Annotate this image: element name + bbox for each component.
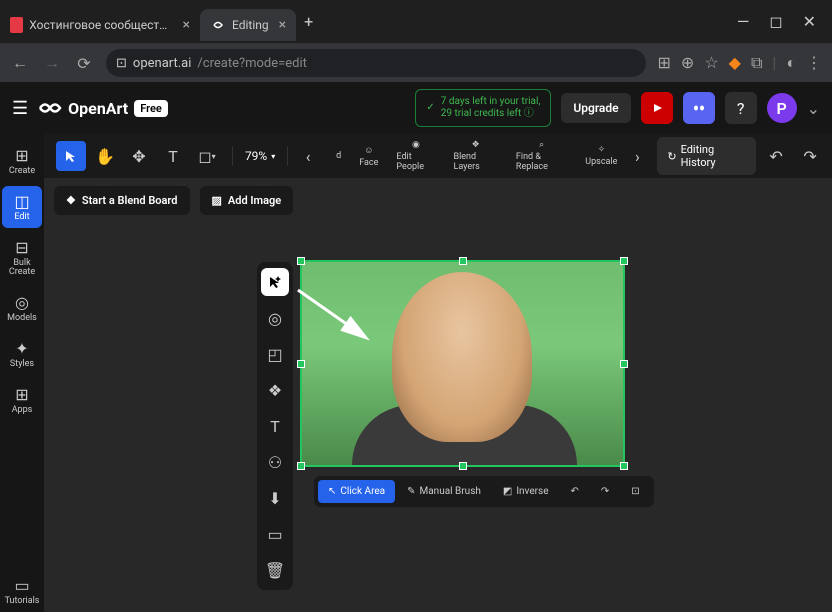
url-path: /create?mode=edit xyxy=(197,56,307,71)
rail-bulk-create[interactable]: ⊟ Bulk Create xyxy=(2,232,42,283)
help-button[interactable]: ? xyxy=(725,92,757,124)
bookmark-icon[interactable]: ☆ xyxy=(704,53,718,73)
rail-tutorials[interactable]: ▭ Tutorials xyxy=(2,570,42,612)
browser-tab-1[interactable]: Хостинговое сообщество «Tim × xyxy=(0,9,200,41)
rail-edit[interactable]: ◫ Edit xyxy=(2,186,42,228)
resize-handle[interactable] xyxy=(297,360,305,368)
people-tool[interactable]: ⚇ xyxy=(261,448,289,476)
bulk-icon: ⊟ xyxy=(15,238,28,257)
youtube-button[interactable] xyxy=(641,92,673,124)
start-blend-board-button[interactable]: ❖Start a Blend Board xyxy=(54,186,190,215)
tab-favicon-icon xyxy=(10,17,23,33)
free-badge: Free xyxy=(134,100,168,117)
app-header: ☰ OpenArt Free ✓ 7 days left in your tri… xyxy=(0,82,832,134)
click-area-button[interactable]: ↖Click Area xyxy=(318,480,395,503)
apps-icon: ⊞ xyxy=(15,385,28,404)
download-tool[interactable]: ⬇ xyxy=(261,484,289,512)
tab-title: Editing xyxy=(232,18,269,32)
reset-selection[interactable]: ⊡ xyxy=(621,480,649,503)
inverse-icon: ◩ xyxy=(503,486,512,497)
trial-line2: 29 trial credits left ⓘ xyxy=(441,108,541,120)
upgrade-button[interactable]: Upgrade xyxy=(561,93,630,123)
rail-models[interactable]: ◎ Models xyxy=(2,287,42,329)
check-icon: ✓ xyxy=(426,102,434,114)
delete-tool[interactable]: 🗑 xyxy=(261,556,289,584)
url-input[interactable]: ⊡ openart.ai/create?mode=edit xyxy=(106,49,646,77)
zoom-icon[interactable]: ⊕ xyxy=(681,53,694,73)
discord-button[interactable] xyxy=(683,92,715,124)
brush-icon: ✎ xyxy=(407,486,415,497)
close-window-icon[interactable]: ✕ xyxy=(803,12,816,31)
edit-icon: ◫ xyxy=(14,192,29,211)
crop-tool[interactable]: ◰ xyxy=(261,340,289,368)
add-image-button[interactable]: ▨Add Image xyxy=(200,186,294,215)
layers-tool[interactable]: ❖ xyxy=(261,376,289,404)
tab-favicon-icon xyxy=(210,17,226,33)
left-rail: ⊞ Create ◫ Edit ⊟ Bulk Create ◎ Models ✦… xyxy=(0,134,44,612)
avatar[interactable]: P xyxy=(767,93,797,123)
floating-toolbar: ◎ ◰ ❖ T ⚇ ⬇ ▭ 🗑 xyxy=(257,262,293,590)
layers-icon: ❖ xyxy=(66,194,76,207)
window-controls: — ◻ ✕ xyxy=(737,12,832,31)
selection-mode-bar: ↖Click Area ✎Manual Brush ◩Inverse ↶ ↷ ⊡ xyxy=(314,476,654,507)
rail-apps[interactable]: ⊞ Apps xyxy=(2,379,42,421)
hamburger-icon[interactable]: ☰ xyxy=(12,98,28,119)
maximize-icon[interactable]: ◻ xyxy=(769,12,782,31)
resize-handle[interactable] xyxy=(620,257,628,265)
image-icon: ▨ xyxy=(212,194,222,207)
manual-brush-button[interactable]: ✎Manual Brush xyxy=(397,480,491,503)
text-tool-float[interactable]: T xyxy=(261,412,289,440)
resize-handle[interactable] xyxy=(459,257,467,265)
browser-addressbar: ← → ⟳ ⊡ openart.ai/create?mode=edit ⊞ ⊕ … xyxy=(0,44,832,82)
site-info-icon[interactable]: ⊡ xyxy=(116,56,127,71)
resize-handle[interactable] xyxy=(297,462,305,470)
magic-select-tool[interactable] xyxy=(261,268,289,296)
translate-icon[interactable]: ⊞ xyxy=(658,53,671,73)
new-tab-button[interactable]: + xyxy=(304,12,313,31)
styles-icon: ✦ xyxy=(15,339,28,358)
extension-metamask-icon[interactable]: ◆ xyxy=(729,53,741,73)
redo-selection[interactable]: ↷ xyxy=(591,480,619,503)
url-host: openart.ai xyxy=(133,56,192,71)
models-icon: ◎ xyxy=(15,293,29,312)
close-icon[interactable]: × xyxy=(279,17,286,33)
resize-handle[interactable] xyxy=(459,462,467,470)
save-tool[interactable]: ▭ xyxy=(261,520,289,548)
browser-menu-icon[interactable]: ⋮ xyxy=(806,53,822,73)
resize-handle[interactable] xyxy=(620,360,628,368)
inverse-button[interactable]: ◩Inverse xyxy=(493,480,559,503)
canvas-area[interactable]: ✋ ✥ T ◻ ▾ 79% ▾ ‹ d ☺Face ◉Edit People ❖… xyxy=(44,134,832,612)
profile-icon[interactable]: ◐ xyxy=(786,53,796,73)
reload-button[interactable]: ⟳ xyxy=(74,53,94,73)
plus-icon: ⊞ xyxy=(15,146,28,165)
close-icon[interactable]: × xyxy=(183,17,190,33)
undo-selection[interactable]: ↶ xyxy=(561,480,589,503)
cursor-icon: ↖ xyxy=(328,486,336,497)
target-tool[interactable]: ◎ xyxy=(261,304,289,332)
divider: | xyxy=(772,53,776,73)
resize-handle[interactable] xyxy=(620,462,628,470)
canvas-image[interactable] xyxy=(300,260,625,467)
rail-create[interactable]: ⊞ Create xyxy=(2,140,42,182)
info-icon: ⓘ xyxy=(524,108,534,119)
back-button[interactable]: ← xyxy=(10,53,30,73)
forward-button[interactable]: → xyxy=(42,53,62,73)
book-icon: ▭ xyxy=(14,576,29,595)
extensions-icon[interactable]: ⧉ xyxy=(751,53,762,73)
trial-info[interactable]: ✓ 7 days left in your trial, 29 trial cr… xyxy=(415,89,551,127)
browser-titlebar: Хостинговое сообщество «Tim × Editing × … xyxy=(0,0,832,44)
tab-title: Хостинговое сообщество «Tim xyxy=(29,18,172,32)
minimize-icon[interactable]: — xyxy=(737,12,750,31)
logo[interactable]: OpenArt Free xyxy=(38,99,168,118)
brand-name: OpenArt xyxy=(68,99,128,118)
trial-line1: 7 days left in your trial, xyxy=(441,96,541,108)
resize-handle[interactable] xyxy=(297,257,305,265)
rail-styles[interactable]: ✦ Styles xyxy=(2,333,42,375)
chevron-down-icon[interactable]: ⌄ xyxy=(807,99,820,118)
browser-tab-2[interactable]: Editing × xyxy=(200,9,296,41)
